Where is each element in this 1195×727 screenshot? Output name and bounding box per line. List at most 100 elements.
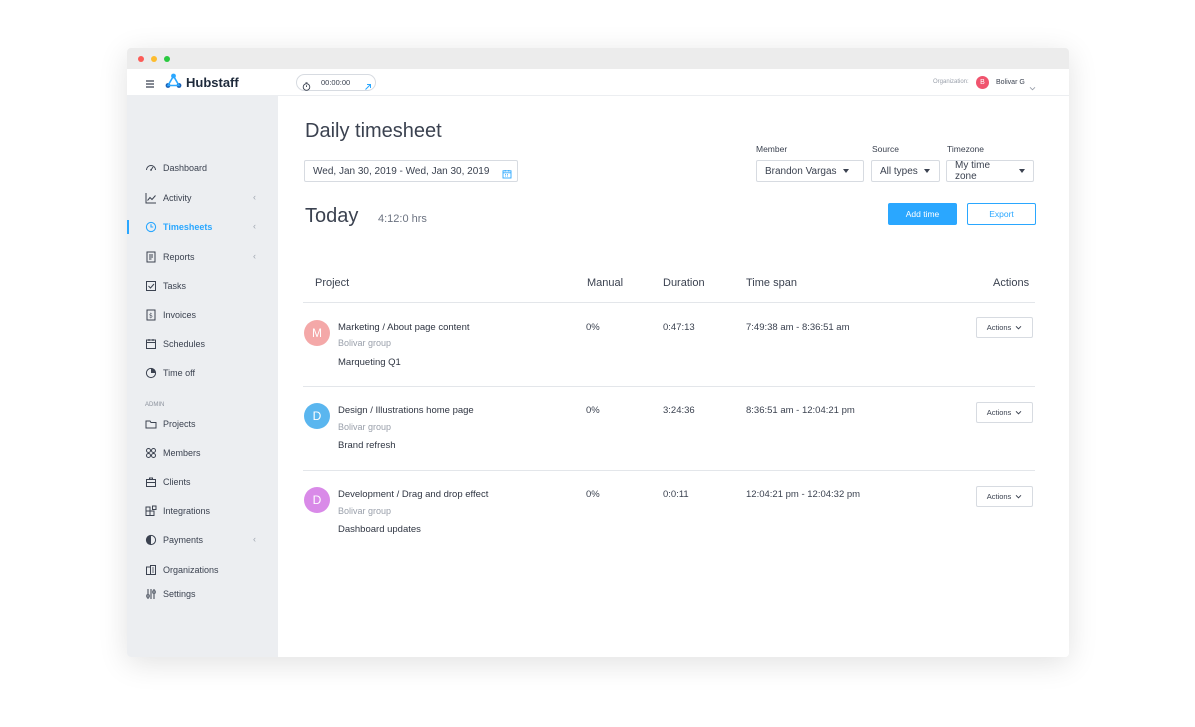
admin-section-label: ADMIN: [145, 402, 165, 408]
sidebar: Dashboard Activity ‹ Timesheets ‹ Report…: [127, 96, 278, 657]
invoices-icon: $: [146, 309, 156, 321]
time-span-value: 7:49:38 am - 8:36:51 am: [746, 322, 850, 333]
sidebar-item-label: Payments: [163, 535, 204, 545]
row-actions-button[interactable]: Actions: [976, 317, 1033, 338]
sidebar-item-label: Schedules: [163, 339, 206, 349]
column-header-duration[interactable]: Duration: [663, 277, 705, 289]
settings-icon: [146, 589, 156, 599]
member-select[interactable]: Brandon Vargas: [756, 160, 864, 182]
sidebar-item-label: Organizations: [163, 565, 219, 575]
project-title[interactable]: Development / Drag and drop effect: [338, 489, 488, 500]
project-group: Bolivar group: [338, 338, 392, 348]
sidebar-item-label: Time off: [163, 368, 196, 378]
members-icon: [146, 448, 156, 458]
tasks-icon: [146, 281, 156, 291]
duration-value: 3:24:36: [663, 405, 695, 416]
close-window-dot[interactable]: [138, 56, 144, 62]
project-task: Marqueting Q1: [338, 357, 401, 368]
sidebar-item-label: Activity: [163, 193, 192, 203]
today-total: 4:12:0 hrs: [378, 213, 427, 225]
integrations-icon: [145, 505, 157, 516]
header-divider: [303, 302, 1035, 303]
top-bar: Hubstaff 00:00:00 Organization: B Boliva…: [127, 69, 1069, 96]
svg-text:$: $: [149, 313, 153, 320]
sidebar-item-time-off[interactable]: Time off: [145, 364, 195, 382]
column-header-project[interactable]: Project: [315, 277, 349, 289]
row-actions-label: Actions: [986, 323, 1012, 332]
member-filter-label: Member: [756, 144, 788, 154]
minimize-window-dot[interactable]: [151, 56, 157, 62]
timezone-select[interactable]: My time zone: [946, 160, 1034, 182]
sidebar-item-timesheets[interactable]: Timesheets: [145, 218, 212, 236]
sidebar-item-tasks[interactable]: Tasks: [145, 277, 186, 295]
project-title[interactable]: Design / Illustrations home page: [338, 405, 474, 416]
sidebar-item-organizations[interactable]: Organizations: [145, 561, 219, 579]
column-header-manual[interactable]: Manual: [587, 277, 623, 289]
sidebar-item-activity[interactable]: Activity: [145, 189, 192, 207]
sidebar-item-label: Integrations: [163, 506, 211, 516]
row-actions-button[interactable]: Actions: [976, 486, 1033, 507]
caret-down-icon: [923, 169, 930, 173]
organizations-icon: [146, 565, 156, 575]
date-range-picker[interactable]: Wed, Jan 30, 2019 - Wed, Jan 30, 2019: [304, 160, 518, 182]
reports-chevron-left-icon[interactable]: ‹: [253, 251, 256, 261]
sidebar-item-label: Members: [163, 448, 201, 458]
caret-down-icon: [842, 169, 849, 173]
add-time-button[interactable]: Add time: [888, 203, 957, 225]
caret-down-icon: [1019, 169, 1025, 173]
source-filter-label: Source: [872, 144, 899, 154]
project-title[interactable]: Marketing / About page content: [338, 322, 470, 333]
export-button[interactable]: Export: [967, 203, 1036, 225]
sidebar-item-invoices[interactable]: $ Invoices: [145, 306, 196, 324]
sidebar-item-schedules[interactable]: Schedules: [145, 335, 205, 353]
row-divider: [303, 470, 1035, 471]
sidebar-item-label: Timesheets: [163, 222, 213, 232]
active-indicator: [127, 220, 129, 234]
project-group: Bolivar group: [338, 506, 392, 516]
sidebar-item-members[interactable]: Members: [145, 444, 201, 462]
sidebar-item-label: Clients: [163, 477, 191, 487]
sidebar-item-settings[interactable]: Settings: [145, 585, 196, 603]
dashboard-icon: [146, 165, 156, 171]
source-select[interactable]: All types: [871, 160, 940, 182]
timesheets-chevron-left-icon[interactable]: ‹: [253, 221, 256, 231]
folder-icon: [145, 420, 157, 429]
row-actions-label: Actions: [986, 408, 1012, 417]
timer-widget[interactable]: 00:00:00: [296, 74, 376, 91]
member-select-value: Brandon Vargas: [765, 165, 837, 177]
sidebar-item-integrations[interactable]: Integrations: [145, 502, 210, 520]
user-name[interactable]: Bolivar G: [996, 79, 1025, 86]
window-titlebar: [127, 48, 1069, 69]
project-avatar: D: [304, 403, 330, 429]
date-range-value: Wed, Jan 30, 2019 - Wed, Jan 30, 2019: [313, 166, 490, 177]
sidebar-item-projects[interactable]: Projects: [145, 415, 196, 433]
timezone-filter-label: Timezone: [947, 144, 985, 154]
calendar-icon: [146, 339, 156, 349]
sidebar-item-clients[interactable]: Clients: [145, 473, 191, 491]
row-actions-button[interactable]: Actions: [976, 402, 1033, 423]
brand-name[interactable]: Hubstaff: [186, 75, 239, 90]
column-header-time-span[interactable]: Time span: [746, 277, 797, 289]
project-group: Bolivar group: [338, 422, 392, 432]
time-span-value: 8:36:51 am - 12:04:21 pm: [746, 405, 855, 416]
open-timer-arrow-icon[interactable]: [364, 78, 372, 96]
today-heading: Today: [305, 205, 359, 227]
manual-value: 0%: [586, 489, 600, 500]
calendar-icon: [502, 166, 512, 184]
timer-value: 00:00:00: [321, 78, 351, 87]
duration-value: 0:0:11: [663, 489, 689, 500]
sidebar-item-dashboard[interactable]: Dashboard: [145, 159, 207, 177]
reports-icon: [146, 251, 156, 263]
activity-chevron-left-icon[interactable]: ‹: [253, 192, 256, 202]
activity-icon: [145, 193, 156, 204]
organization-label: Organization:: [933, 79, 969, 85]
sidebar-item-payments[interactable]: Payments: [145, 531, 203, 549]
user-menu-chevron-down-icon[interactable]: [1029, 79, 1036, 97]
hamburger-menu-icon[interactable]: [145, 76, 155, 94]
hubstaff-logo-icon: [165, 73, 182, 95]
maximize-window-dot[interactable]: [164, 56, 170, 62]
payments-chevron-left-icon[interactable]: ‹: [253, 534, 256, 544]
user-avatar[interactable]: B: [976, 76, 989, 89]
pie-icon: [145, 367, 157, 379]
sidebar-item-reports[interactable]: Reports: [145, 248, 195, 266]
